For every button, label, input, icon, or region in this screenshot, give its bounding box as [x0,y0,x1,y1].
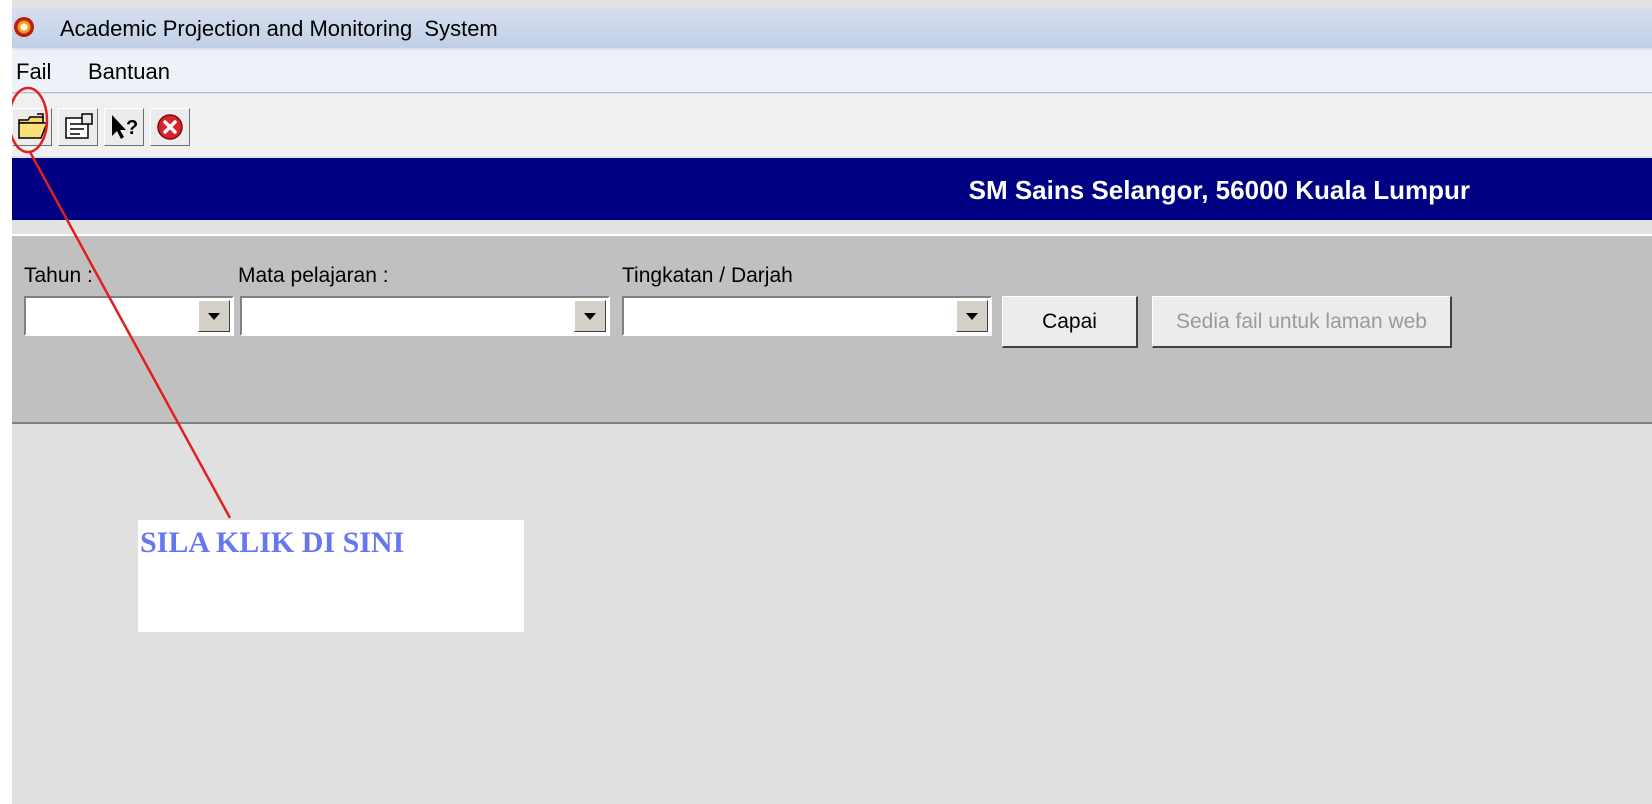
exit-button[interactable] [150,108,190,146]
tingkatan-select[interactable] [622,296,992,336]
help-button[interactable]: ? [104,108,144,146]
properties-icon [65,113,93,139]
filter-panel: Tahun : Mata pelajaran : Tingkatan / Dar… [12,234,1652,424]
menu-bar: Fail Bantuan [12,50,1652,93]
mata-pelajaran-label: Mata pelajaran : [238,264,389,287]
annotation-text: SILA KLIK DI SINI [140,526,405,559]
web-export-button[interactable]: Sedia fail untuk laman web [1152,296,1452,348]
window-title: Academic Projection and Monitoring Syste… [60,16,498,41]
svg-text:?: ? [126,117,138,139]
chevron-down-icon[interactable] [574,300,606,332]
mata-pelajaran-select[interactable] [240,296,610,336]
tahun-label: Tahun : [24,264,93,287]
tingkatan-label: Tingkatan / Darjah [622,264,793,287]
workspace-area: SILA KLIK DI SINI [12,424,1652,804]
chevron-down-icon[interactable] [956,300,988,332]
chevron-down-icon[interactable] [198,300,230,332]
school-name: SM Sains Selangor, 56000 Kuala Lumpur [968,175,1470,205]
help-pointer-icon: ? [112,115,138,139]
app-window: Academic Projection and Monitoring Syste… [12,0,1652,804]
title-bar: Academic Projection and Monitoring Syste… [12,8,1652,48]
capai-button[interactable]: Capai [1002,296,1138,348]
app-logo-icon [14,17,34,37]
annotation-box: SILA KLIK DI SINI [138,520,524,632]
properties-button[interactable] [58,108,98,146]
open-folder-icon [18,113,49,139]
toolbar: ? [12,94,1652,156]
close-icon [157,114,183,140]
menu-bantuan[interactable]: Bantuan [88,59,170,85]
open-button[interactable] [12,108,52,146]
menu-fail[interactable]: Fail [16,59,51,85]
school-banner: SM Sains Selangor, 56000 Kuala Lumpur [12,158,1652,220]
tahun-select[interactable] [24,296,234,336]
banner-spacer [12,220,1652,234]
